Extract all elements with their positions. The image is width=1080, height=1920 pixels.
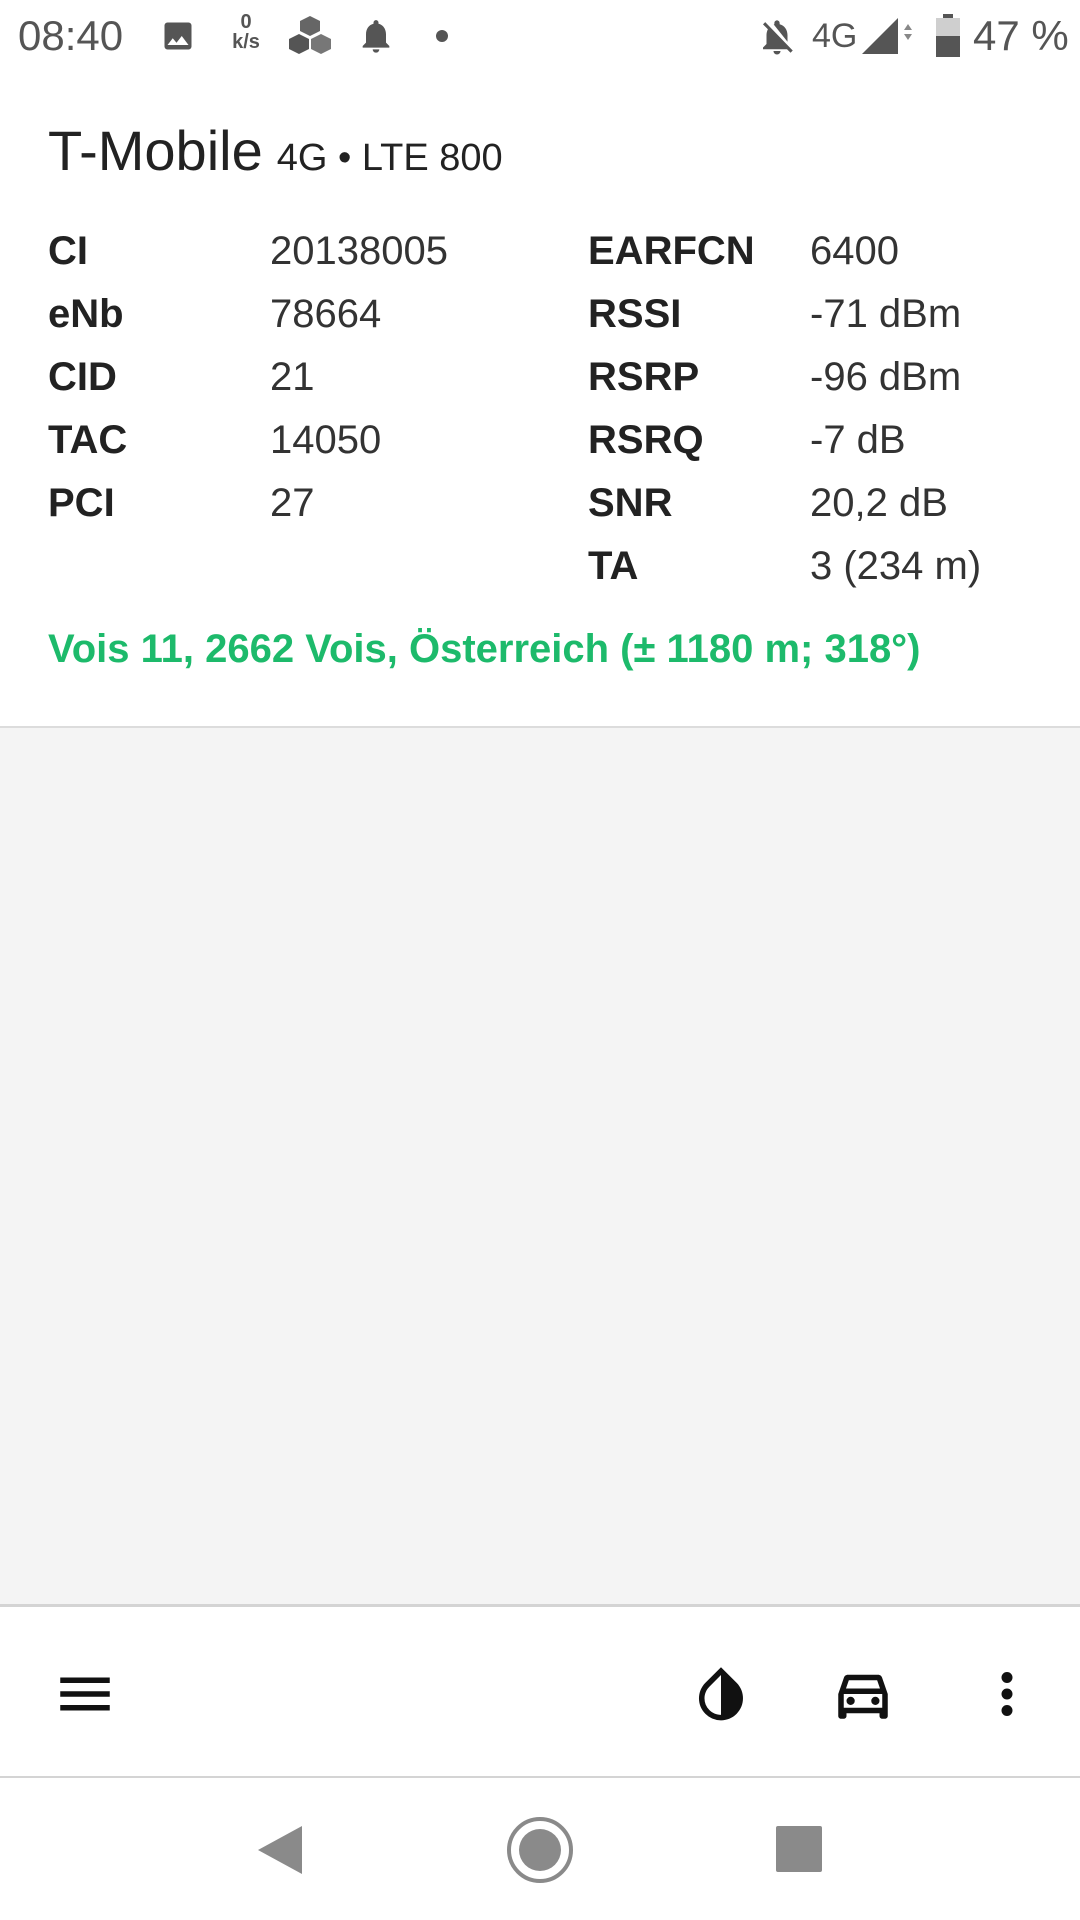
- field-label: PCI: [48, 481, 115, 525]
- cell-title: T-Mobile 4G • LTE 800: [48, 118, 503, 183]
- back-icon[interactable]: [244, 1814, 316, 1886]
- field-label: RSRQ: [588, 418, 704, 462]
- field-label: RSSI: [588, 292, 682, 336]
- field-value: 3 (234 m): [810, 544, 982, 588]
- field-value: 6400: [810, 229, 899, 273]
- more-vert-icon[interactable]: [974, 1661, 1040, 1727]
- alarm-off-icon: [756, 16, 798, 63]
- field-value: 21: [270, 355, 315, 399]
- field-value: 78664: [270, 292, 382, 336]
- net-speed-unit: k/s: [232, 31, 260, 53]
- field-label: TAC: [48, 418, 128, 462]
- field-label: SNR: [588, 481, 673, 525]
- status-time: 08:40: [18, 12, 124, 59]
- signal-icon: [860, 16, 914, 61]
- location-address[interactable]: Vois 11, 2662 Vois, Österreich (± 1180 m…: [48, 627, 921, 672]
- recents-icon[interactable]: [764, 1814, 836, 1886]
- battery-percentage: 47 %: [973, 12, 1069, 59]
- field-value: 27: [270, 481, 315, 525]
- status-bar: 08:40 0 k/s 4G 47 %: [0, 0, 1080, 74]
- net-speed-indicator: 0 k/s: [228, 12, 264, 52]
- system-navigation-bar: [0, 1778, 1080, 1920]
- network-type-label: 4G: [812, 17, 858, 55]
- car-icon[interactable]: [830, 1661, 896, 1727]
- field-value: 14050: [270, 418, 382, 462]
- notification-bell-icon: [356, 16, 396, 61]
- menu-icon[interactable]: [52, 1661, 118, 1727]
- field-value: -7 dB: [810, 418, 906, 462]
- field-label: EARFCN: [588, 229, 755, 273]
- contrast-icon[interactable]: [688, 1661, 754, 1727]
- field-value: -71 dBm: [810, 292, 962, 336]
- operator-name: T-Mobile: [48, 119, 263, 182]
- field-label: RSRP: [588, 355, 700, 399]
- field-value: 20,2 dB: [810, 481, 948, 525]
- map-area[interactable]: [0, 730, 1080, 1606]
- technology-label: 4G • LTE 800: [276, 137, 503, 179]
- bottom-app-bar: [0, 1604, 1080, 1778]
- field-label: CI: [48, 229, 88, 273]
- field-label: eNb: [48, 292, 124, 336]
- cell-info-card: T-Mobile 4G • LTE 800 CI 20138005 eNb 786…: [0, 74, 1080, 728]
- field-label: CID: [48, 355, 117, 399]
- cube-app-icon: [286, 14, 334, 63]
- field-value: -96 dBm: [810, 355, 962, 399]
- field-value: 20138005: [270, 229, 448, 273]
- home-icon[interactable]: [504, 1814, 576, 1886]
- net-speed-value: 0: [240, 11, 252, 33]
- dot-icon: [436, 30, 448, 42]
- field-label: TA: [588, 544, 639, 588]
- image-icon: [160, 18, 196, 59]
- battery-icon: [935, 14, 961, 63]
